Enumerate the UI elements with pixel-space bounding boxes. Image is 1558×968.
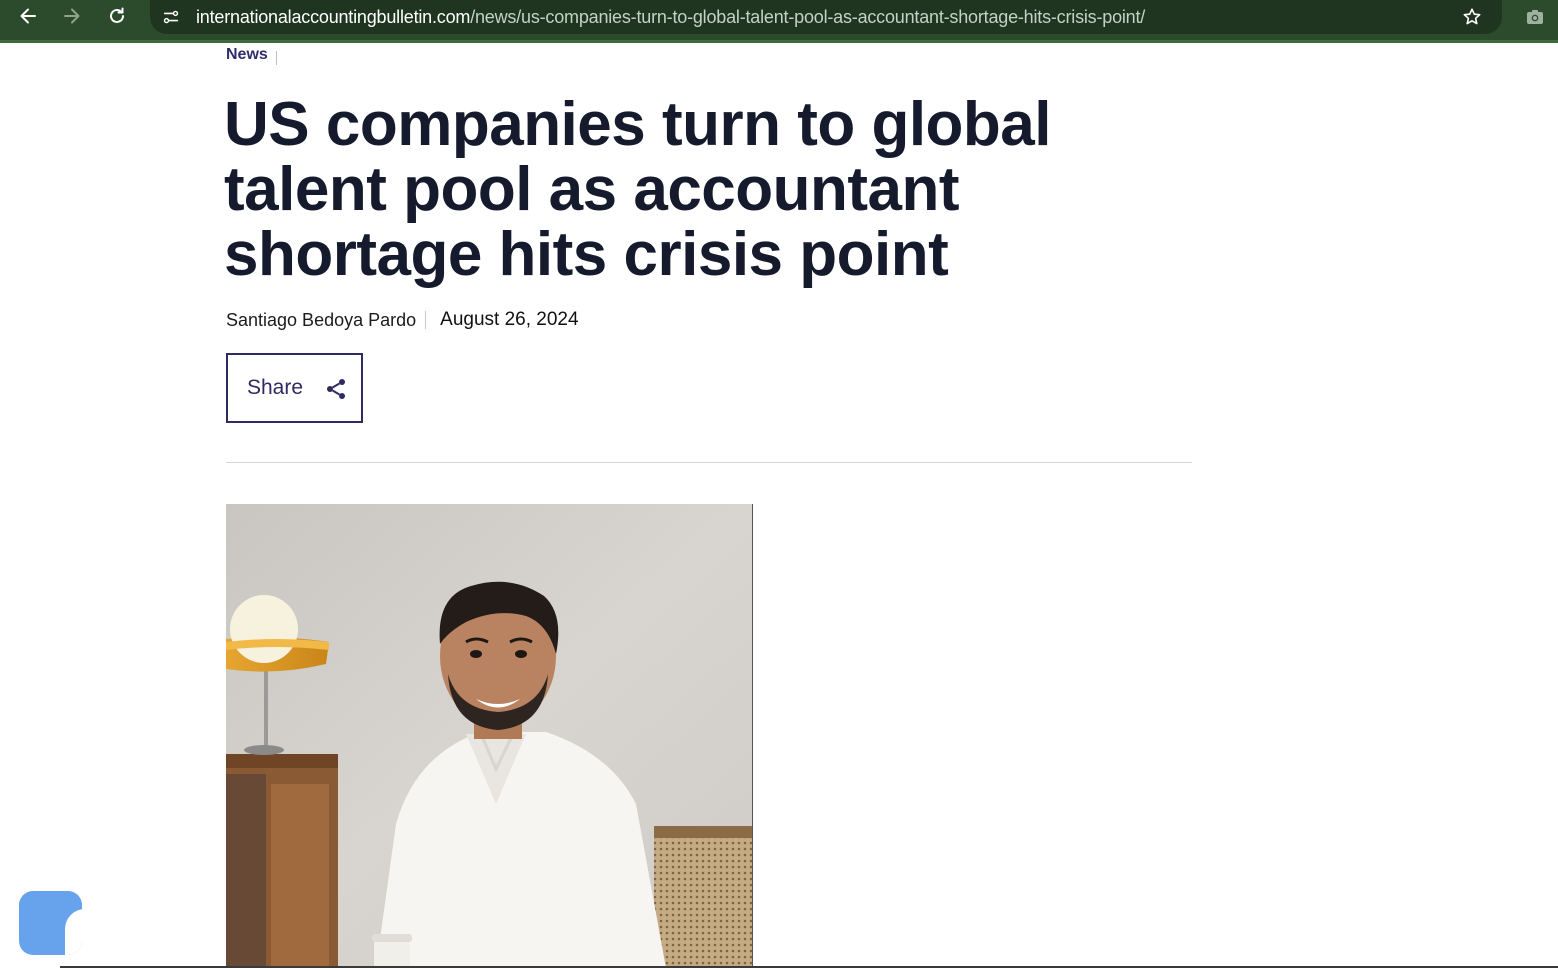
breadcrumb-news-link[interactable]: News (226, 46, 268, 64)
chat-widget-button[interactable] (19, 891, 82, 955)
url-path: /news/us-companies-turn-to-global-talent… (470, 7, 1146, 27)
share-button[interactable]: Share (226, 353, 363, 423)
address-bar[interactable]: internationalaccountingbulletin.com/news… (150, 0, 1502, 34)
url-text[interactable]: internationalaccountingbulletin.com/news… (196, 7, 1145, 27)
section-divider (226, 462, 1192, 463)
back-icon[interactable] (15, 3, 41, 29)
browser-toolbar: internationalaccountingbulletin.com/news… (0, 0, 1558, 43)
share-icon (327, 379, 345, 399)
breadcrumb-divider (275, 51, 277, 65)
site-info-icon[interactable] (160, 6, 182, 28)
url-host: internationalaccountingbulletin.com (196, 7, 471, 27)
article-title: US companies turn to global talent pool … (224, 90, 1052, 289)
chat-bubble-icon (65, 909, 82, 955)
publish-date: August 26, 2024 (440, 309, 579, 330)
bookmark-star-icon[interactable] (1460, 5, 1484, 29)
reload-icon[interactable] (104, 3, 130, 29)
article-byline: Santiago Bedoya Pardo August 26, 2024 (226, 308, 579, 332)
share-label: Share (247, 376, 304, 399)
byline-divider (425, 311, 427, 329)
forward-icon[interactable] (59, 3, 85, 29)
camera-icon[interactable] (1522, 4, 1548, 30)
author-name[interactable]: Santiago Bedoya Pardo (226, 310, 416, 331)
article-photo (226, 504, 753, 968)
breadcrumb: News (226, 45, 277, 65)
